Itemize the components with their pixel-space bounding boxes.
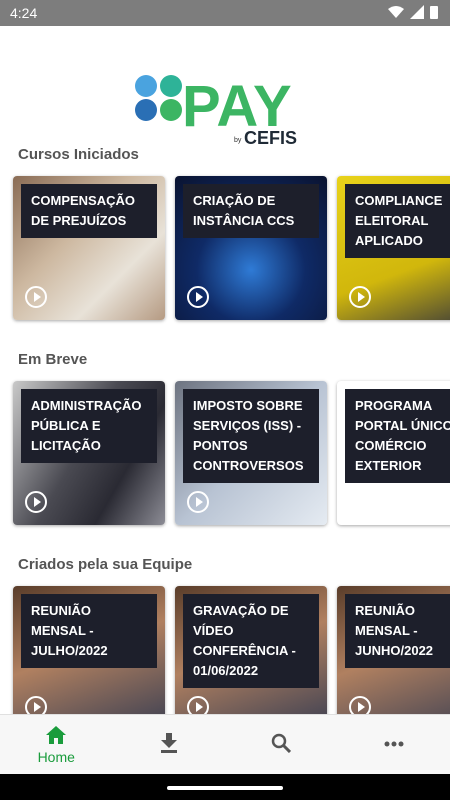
course-card[interactable]: Programa Portal Único Comércio Exterior [337, 381, 450, 525]
bottom-navigation: Home [0, 714, 450, 775]
carousel-team[interactable]: Reunião Mensal - Julho/2022 Gravação de … [13, 586, 450, 714]
system-navigation-bar [0, 774, 450, 800]
course-title: Imposto sobre Serviços (ISS) - Pontos Co… [183, 389, 319, 483]
gesture-handle[interactable] [167, 786, 283, 790]
nav-more[interactable] [338, 715, 450, 775]
main-content[interactable]: PAY by CEFIS Cursos Iniciados Compensaçã… [0, 26, 450, 714]
status-bar: 4:24 [0, 0, 450, 26]
course-card[interactable]: Criação de Instância CCS [175, 176, 327, 320]
play-icon[interactable] [25, 696, 47, 714]
status-icons [388, 5, 438, 19]
wifi-icon [388, 6, 404, 18]
home-icon [46, 726, 67, 744]
course-card[interactable]: Reunião Mensal - Junho/2022 [337, 586, 450, 714]
download-icon [160, 733, 177, 753]
section-title-soon: Em Breve [18, 351, 88, 368]
logo: PAY by CEFIS [134, 50, 324, 148]
more-icon [384, 741, 404, 747]
play-icon[interactable] [349, 286, 371, 308]
nav-home-label: Home [37, 749, 75, 765]
nav-downloads[interactable] [113, 715, 226, 775]
course-title: Gravação de Vídeo Conferência - 01/06/20… [183, 594, 319, 688]
section-title-started: Cursos Iniciados [18, 146, 139, 163]
play-icon[interactable] [25, 286, 47, 308]
course-title: Reunião Mensal - Julho/2022 [21, 594, 157, 668]
search-icon [272, 733, 292, 753]
play-icon[interactable] [25, 491, 47, 513]
carousel-started[interactable]: Compensação de Prejuízos Criação de Inst… [13, 176, 450, 322]
battery-icon [430, 6, 438, 19]
play-icon[interactable] [187, 696, 209, 714]
logo-brand-text: CEFIS [244, 128, 297, 146]
signal-icon [410, 5, 424, 19]
course-title: Compensação de Prejuízos [21, 184, 157, 238]
nav-home[interactable]: Home [0, 715, 113, 775]
course-card[interactable]: Gravação de Vídeo Conferência - 01/06/20… [175, 586, 327, 714]
course-title: Criação de Instância CCS [183, 184, 319, 238]
course-card[interactable]: Reunião Mensal - Julho/2022 [13, 586, 165, 714]
course-card[interactable]: Compliance Eleitoral Aplicado [337, 176, 450, 320]
play-icon[interactable] [187, 286, 209, 308]
carousel-soon[interactable]: Administração Pública e Licitação Impost… [13, 381, 450, 527]
logo-by-text: by [234, 137, 242, 144]
section-title-team: Criados pela sua Equipe [18, 556, 193, 573]
course-title: Programa Portal Único Comércio Exterior [345, 389, 450, 483]
course-title: Reunião Mensal - Junho/2022 [345, 594, 450, 668]
play-icon[interactable] [187, 491, 209, 513]
course-card[interactable]: Compensação de Prejuízos [13, 176, 165, 320]
course-card[interactable]: Imposto sobre Serviços (ISS) - Pontos Co… [175, 381, 327, 525]
status-time: 4:24 [10, 5, 38, 21]
course-title: Compliance Eleitoral Aplicado [345, 184, 450, 258]
nav-search[interactable] [225, 715, 338, 775]
play-icon[interactable] [349, 696, 371, 714]
course-title: Administração Pública e Licitação [21, 389, 157, 463]
course-card[interactable]: Administração Pública e Licitação [13, 381, 165, 525]
